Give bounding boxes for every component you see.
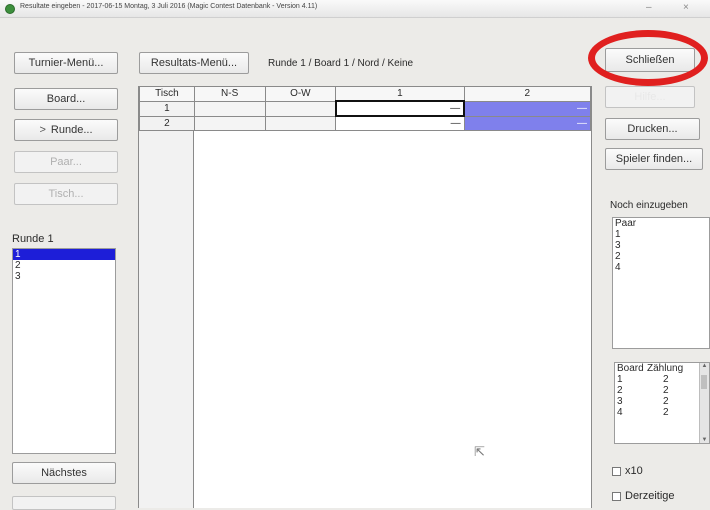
score-cell-1[interactable]: — xyxy=(334,100,466,117)
current-checkbox-label: Derzeitige xyxy=(625,490,675,502)
board-number: 4 xyxy=(617,407,623,418)
board-count: 2 xyxy=(663,385,669,396)
ns-cell[interactable] xyxy=(193,100,266,117)
window-title: Resultate eingeben - 2017-06-15 Montag, … xyxy=(20,3,318,10)
board-number: 1 xyxy=(617,374,623,385)
count-column-header: Zählung xyxy=(647,363,684,374)
round-list-item[interactable]: 1 xyxy=(13,249,115,260)
list-item[interactable]: 3 xyxy=(613,240,709,251)
table-header-row: Tisch N-S O-W 1 2 xyxy=(139,86,592,102)
close-window-button[interactable]: × xyxy=(683,2,689,13)
runde-button-label: Runde... xyxy=(50,124,93,136)
minimize-button[interactable]: – xyxy=(646,2,652,13)
tisch-cell: 1 xyxy=(139,100,195,117)
x10-checkbox-row[interactable]: x10 xyxy=(612,465,643,477)
hidden-button[interactable]: Hilfe... xyxy=(605,86,695,108)
scroll-down-icon[interactable]: ▼ xyxy=(700,437,709,443)
tisch-button[interactable]: Tisch... xyxy=(14,183,118,205)
list-item[interactable]: 4 xyxy=(613,262,709,273)
results-table: Tisch N-S O-W 1 2 1 — — 2 — — xyxy=(139,86,592,131)
x10-checkbox[interactable] xyxy=(612,466,621,476)
board-button[interactable]: Board... xyxy=(14,88,118,110)
board-number: 2 xyxy=(617,385,623,396)
runde-button[interactable]: > Runde... xyxy=(14,119,118,141)
mouse-cursor-icon: ⇱ xyxy=(474,444,485,459)
table-row: 2 — — xyxy=(139,115,592,131)
drucken-button[interactable]: Drucken... xyxy=(605,118,700,140)
x10-checkbox-label: x10 xyxy=(625,465,643,477)
ns-cell[interactable] xyxy=(193,115,266,131)
boards-count-list[interactable]: Board Zählung 1 2 2 2 3 2 4 2 ▲ ▼ xyxy=(614,362,710,444)
pending-list-header: Paar xyxy=(615,218,637,229)
row-header-column xyxy=(139,128,194,508)
score-cell-2[interactable]: — xyxy=(463,115,592,131)
list-item[interactable]: 3 2 xyxy=(615,396,709,407)
list-item[interactable]: 1 xyxy=(613,229,709,240)
list-item[interactable]: 2 2 xyxy=(615,385,709,396)
list-item[interactable]: 4 2 xyxy=(615,407,709,418)
context-label: Runde 1 / Board 1 / Nord / Keine xyxy=(268,58,414,69)
score-cell-1[interactable]: — xyxy=(335,115,465,131)
round-list-item[interactable]: 3 xyxy=(13,271,115,282)
ow-cell[interactable] xyxy=(264,100,337,117)
column-header-1: 1 xyxy=(335,86,465,102)
board-count: 2 xyxy=(663,407,669,418)
round-listbox[interactable]: 1 2 3 xyxy=(12,248,116,454)
ow-cell[interactable] xyxy=(264,115,337,131)
current-checkbox-row[interactable]: Derzeitige xyxy=(612,490,675,502)
scroll-up-icon[interactable]: ▲ xyxy=(700,363,709,369)
board-count: 2 xyxy=(663,396,669,407)
round-list-item[interactable]: 2 xyxy=(13,260,115,271)
paar-button[interactable]: Paar... xyxy=(14,151,118,173)
round-label: Runde 1 xyxy=(12,233,54,245)
boards-list-header: Board Zählung xyxy=(615,363,709,374)
board-column-header: Board xyxy=(617,363,644,374)
column-header-ow: O-W xyxy=(264,86,337,102)
pending-label: Noch einzugeben xyxy=(610,200,688,211)
resultate-menu-button[interactable]: Resultats-Menü... xyxy=(139,52,249,74)
table-row: 1 — — xyxy=(139,100,592,117)
column-header-ns: N-S xyxy=(193,86,266,102)
board-count: 2 xyxy=(663,374,669,385)
results-grid: Tisch N-S O-W 1 2 1 — — 2 — — xyxy=(138,86,592,508)
list-item[interactable]: 1 2 xyxy=(615,374,709,385)
tisch-cell: 2 xyxy=(139,115,195,131)
schliessen-button[interactable]: Schließen xyxy=(605,48,695,72)
column-header-tisch: Tisch xyxy=(139,86,195,102)
scroll-thumb[interactable] xyxy=(701,375,707,389)
active-marker: > xyxy=(39,124,46,136)
list-item[interactable]: 2 xyxy=(613,251,709,262)
score-cell-2[interactable]: — xyxy=(463,100,592,117)
current-checkbox[interactable] xyxy=(612,491,621,501)
app-icon xyxy=(5,4,15,14)
vertical-scrollbar[interactable]: ▲ ▼ xyxy=(699,363,709,443)
spieler-finden-button[interactable]: Spieler finden... xyxy=(605,148,703,170)
turnier-menu-button[interactable]: Turnier-Menü... xyxy=(14,52,118,74)
title-bar: Resultate eingeben - 2017-06-15 Montag, … xyxy=(0,0,710,18)
column-header-2: 2 xyxy=(463,86,592,102)
next-button[interactable]: Nächstes xyxy=(12,462,116,484)
pending-listbox[interactable]: Paar 1 3 2 4 xyxy=(612,217,710,349)
board-number: 3 xyxy=(617,396,623,407)
